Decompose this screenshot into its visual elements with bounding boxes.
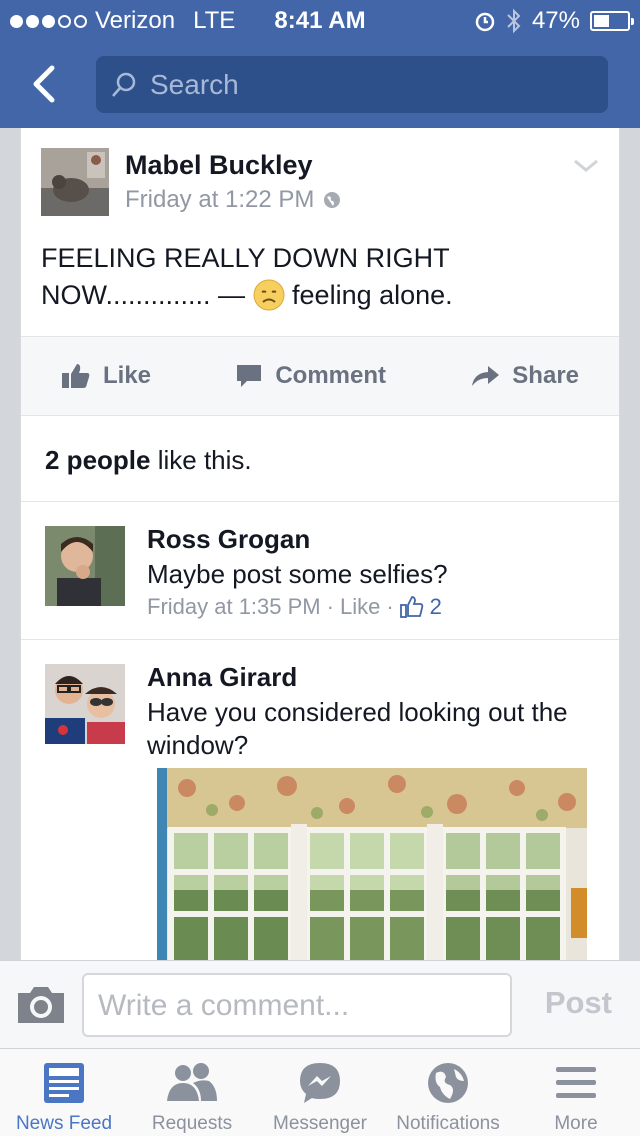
commenter-avatar[interactable]: [45, 664, 125, 744]
comment-like-link[interactable]: Like: [340, 594, 380, 620]
post-actions: Like Comment Share: [21, 336, 619, 416]
back-arrow-icon[interactable]: [22, 60, 70, 108]
tab-bar: News Feed Requests Messenger Notificatio…: [0, 1048, 640, 1136]
comment-timestamp: Friday at 1:35 PM: [147, 594, 321, 619]
post-body: FEELING REALLY DOWN RIGHT NOW...........…: [21, 226, 619, 336]
status-right: 47%: [474, 7, 634, 35]
post-author-name[interactable]: Mabel Buckley: [125, 150, 313, 181]
tab-more[interactable]: More: [512, 1049, 640, 1136]
bluetooth-icon: [507, 8, 521, 34]
likes-text: like this.: [150, 445, 252, 475]
comment-placeholder: Write a comment...: [98, 989, 350, 1022]
commenter-name[interactable]: Ross Grogan: [147, 524, 310, 555]
post-meta: Friday at 1:22 PM: [125, 186, 342, 214]
tab-label: Requests: [151, 1113, 233, 1134]
meta-separator: ·: [326, 594, 334, 619]
tab-requests[interactable]: Requests: [128, 1049, 256, 1136]
chevron-down-icon[interactable]: [573, 158, 599, 174]
friends-icon: [167, 1063, 217, 1101]
messenger-icon: [300, 1063, 340, 1103]
tab-label: More: [554, 1113, 598, 1134]
thumbs-up-outline-icon: [399, 596, 423, 618]
share-button[interactable]: Share: [470, 362, 579, 390]
top-nav-bar: Verizon LTE 8:41 AM 47% Search: [0, 0, 640, 128]
tab-notifications[interactable]: Notifications: [384, 1049, 512, 1136]
likes-summary[interactable]: 2 people like this.: [21, 416, 619, 502]
meta-separator: ·: [386, 594, 394, 619]
comment-like-count[interactable]: 2: [430, 594, 442, 620]
alarm-icon: [475, 12, 495, 32]
tab-news-feed[interactable]: News Feed: [0, 1049, 128, 1136]
comment-composer: Write a comment... Post: [0, 960, 640, 1048]
search-icon: [112, 72, 136, 97]
news-feed-icon: [44, 1063, 84, 1103]
globe-privacy-icon: [324, 192, 341, 208]
camera-icon[interactable]: [16, 985, 66, 1025]
tab-label: Messenger: [273, 1113, 367, 1134]
search-placeholder: Search: [150, 68, 239, 100]
tab-messenger[interactable]: Messenger: [256, 1049, 384, 1136]
post-card: Mabel Buckley Friday at 1:22 PM FEELING …: [20, 128, 620, 970]
comment-button[interactable]: Comment: [235, 362, 386, 390]
comment-item: Ross Grogan Maybe post some selfies? Fri…: [21, 502, 619, 640]
like-label: Like: [103, 362, 152, 389]
battery-percent: 47%: [531, 7, 580, 34]
comment-text: Maybe post some selfies?: [147, 559, 448, 589]
likes-count: 2 people: [45, 445, 151, 475]
feeling-text: feeling alone.: [284, 280, 453, 310]
battery-icon: [590, 11, 634, 31]
comment-icon: [237, 365, 262, 387]
like-button[interactable]: Like: [61, 362, 151, 390]
post-header: Mabel Buckley Friday at 1:22 PM: [21, 128, 619, 226]
commenter-name[interactable]: Anna Girard: [147, 662, 297, 693]
search-input[interactable]: Search: [96, 56, 608, 113]
commenter-avatar[interactable]: [45, 526, 125, 606]
share-label: Share: [512, 362, 579, 389]
comment-photo-window[interactable]: [157, 768, 587, 968]
comment-label: Comment: [275, 362, 386, 389]
post-timestamp[interactable]: Friday at 1:22 PM: [125, 186, 314, 214]
comment-meta: Friday at 1:35 PM · Like · 2: [147, 594, 442, 620]
share-arrow-icon: [472, 366, 500, 386]
comment-item: Anna Girard Have you considered looking …: [21, 640, 619, 970]
tab-label: News Feed: [15, 1113, 113, 1134]
comment-text: Have you considered looking out the wind…: [147, 697, 568, 760]
menu-icon: [556, 1067, 596, 1098]
status-bar: Verizon LTE 8:41 AM 47%: [0, 0, 640, 40]
post-comment-button[interactable]: Post: [545, 985, 612, 1021]
comment-input[interactable]: Write a comment...: [82, 973, 512, 1037]
thumbs-up-icon: [62, 364, 90, 388]
author-avatar[interactable]: [41, 148, 109, 216]
globe-icon: [428, 1063, 468, 1103]
sad-face-icon: [253, 279, 285, 311]
tab-label: Notifications: [396, 1113, 500, 1134]
